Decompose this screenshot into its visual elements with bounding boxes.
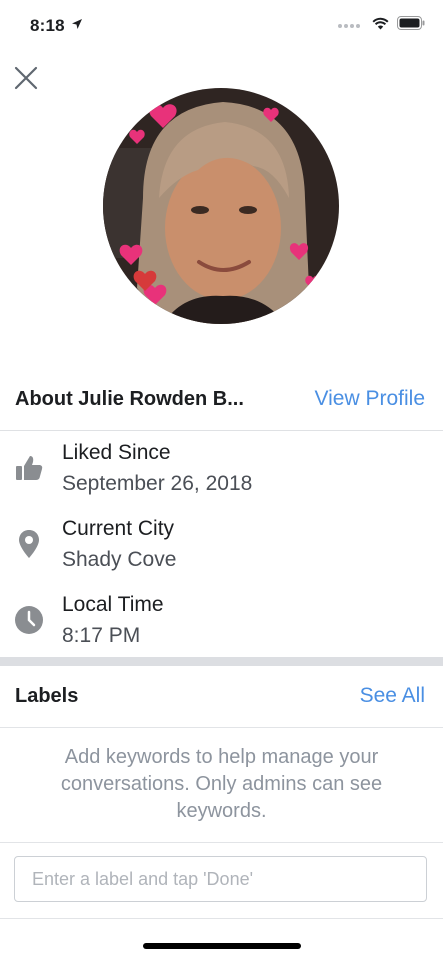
- about-title: About Julie Rowden B...: [15, 388, 244, 410]
- home-indicator[interactable]: [143, 943, 301, 949]
- signal-dots-icon: [338, 23, 360, 28]
- divider: [0, 842, 443, 843]
- status-time: 8:18: [30, 16, 65, 35]
- info-label: Local Time: [62, 593, 164, 616]
- info-value: Shady Cove: [62, 548, 177, 571]
- view-profile-link[interactable]: View Profile: [315, 387, 426, 411]
- labels-help-text: Add keywords to help manage your convers…: [60, 746, 383, 822]
- clock-icon: [13, 604, 45, 636]
- about-row: About Julie Rowden B... View Profile: [0, 372, 443, 431]
- close-button[interactable]: [12, 64, 40, 92]
- status-indicators: [338, 16, 425, 35]
- location-pin-icon: [13, 528, 45, 560]
- profile-avatar: [103, 88, 339, 324]
- status-bar: 8:18: [0, 0, 443, 52]
- battery-icon: [397, 16, 425, 35]
- info-label: Liked Since: [62, 441, 171, 464]
- wifi-icon: [372, 17, 389, 35]
- label-input[interactable]: [14, 856, 427, 902]
- labels-header: Labels See All: [0, 667, 443, 728]
- info-item-local-time: Local Time 8:17 PM: [0, 590, 443, 666]
- section-divider: [0, 657, 443, 666]
- close-icon: [14, 66, 38, 90]
- thumbs-up-icon: [13, 452, 45, 484]
- labels-title: Labels: [15, 685, 79, 707]
- see-all-link[interactable]: See All: [360, 684, 425, 708]
- divider: [0, 918, 443, 919]
- info-item-current-city: Current City Shady Cove: [0, 514, 443, 590]
- info-value: 8:17 PM: [62, 624, 141, 647]
- info-value: September 26, 2018: [62, 472, 253, 495]
- location-arrow-icon: [71, 17, 83, 35]
- info-item-liked-since: Liked Since September 26, 2018: [0, 438, 443, 514]
- info-label: Current City: [62, 517, 175, 540]
